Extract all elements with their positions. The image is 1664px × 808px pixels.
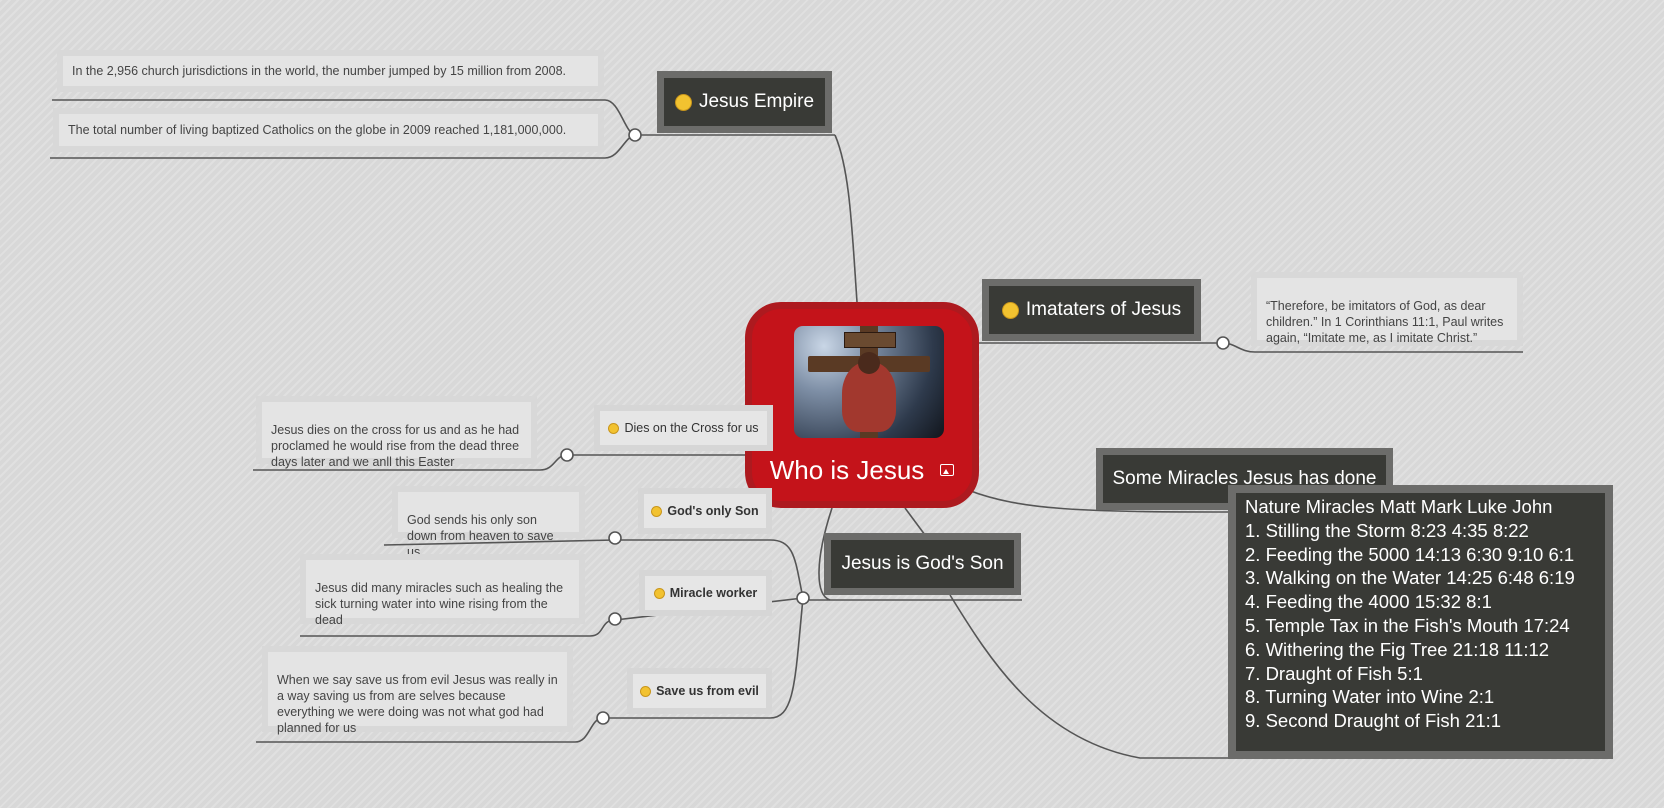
miracle-line-0: Nature Miracles Matt Mark Luke John (1245, 496, 1553, 517)
topic-jesus-empire[interactable]: Jesus Empire (657, 71, 832, 133)
subtopic-miracle-worker-label: Miracle worker (669, 586, 758, 600)
cross-note-text: Jesus dies on the cross for us and as he… (271, 423, 520, 469)
topic-jesus-empire-label: Jesus Empire (698, 91, 815, 112)
figure-head (858, 352, 880, 374)
miracle-worker-note-text: Jesus did many miracles such as healing … (315, 581, 564, 627)
topic-imitators[interactable]: Imataters of Jesus (982, 279, 1201, 341)
subtopic-dies-on-cross-label: Dies on the Cross for us (624, 421, 759, 435)
imitators-note[interactable]: “Therefore, be imitators of God, as dear… (1251, 272, 1523, 346)
miracle-worker-note[interactable]: Jesus did many miracles such as healing … (300, 554, 585, 627)
empire-note-2[interactable]: The total number of living baptized Cath… (53, 108, 604, 152)
empire-note-1-text: In the 2,956 church jurisdictions in the… (72, 64, 567, 78)
subtopic-save-us-from-evil[interactable]: Save us from evil (627, 668, 772, 714)
sad-face-icon (640, 685, 652, 697)
neutral-face-icon (608, 422, 620, 434)
subtopic-miracle-worker[interactable]: Miracle worker (639, 570, 772, 616)
miracle-line-9: 9. Second Draught of Fish 21:1 (1245, 710, 1502, 732)
save-us-note-text: When we say save us from evil Jesus was … (277, 673, 558, 735)
empire-note-2-text: The total number of living baptized Cath… (68, 123, 567, 137)
central-topic-title: Who is Jesus (752, 453, 972, 487)
miracle-line-3: 3. Walking on the Water 14:25 6:48 6:19 (1245, 567, 1575, 589)
central-topic-label: Who is Jesus (769, 454, 925, 485)
subtopic-gods-only-son[interactable]: God's only Son (638, 488, 772, 534)
topic-imitators-label: Imataters of Jesus (1025, 299, 1182, 320)
topic-gods-son[interactable]: Jesus is God's Son (824, 533, 1021, 595)
miracle-line-4: 4. Feeding the 4000 15:32 8:1 (1245, 591, 1492, 613)
subtopic-gods-only-son-label: God's only Son (667, 504, 759, 518)
neutral-face-icon (651, 505, 663, 517)
gods-only-son-note[interactable]: God sends his only son down from heaven … (392, 486, 585, 559)
miracle-line-8: 8. Turning Water into Wine 2:1 (1245, 686, 1495, 708)
miracle-line-7: 7. Draught of Fish 5:1 (1245, 662, 1423, 684)
empire-note-1[interactable]: In the 2,956 church jurisdictions in the… (57, 50, 604, 92)
miracle-line-5: 5. Temple Tax in the Fish's Mouth 17:24 (1245, 614, 1570, 636)
miracle-line-2: 2. Feeding the 5000 14:13 6:30 9:10 6:1 (1245, 543, 1575, 565)
topic-gods-son-label: Jesus is God's Son (841, 553, 1004, 574)
cross-note[interactable]: Jesus dies on the cross for us and as he… (256, 396, 537, 469)
crucifix-image (794, 326, 944, 438)
miracle-line-1: 1. Stilling the Storm 8:23 4:35 8:22 (1245, 519, 1529, 541)
cross-sign (844, 332, 896, 348)
central-topic[interactable]: Who is Jesus (745, 302, 979, 508)
save-us-note[interactable]: When we say save us from evil Jesus was … (262, 646, 573, 735)
miracle-line-6: 6. Withering the Fig Tree 21:18 11:12 (1245, 638, 1550, 660)
subtopic-save-us-from-evil-label: Save us from evil (656, 684, 759, 698)
smiley-icon (674, 93, 692, 111)
image-icon[interactable] (940, 464, 955, 476)
worried-face-icon (1001, 301, 1019, 319)
imitators-note-text: “Therefore, be imitators of God, as dear… (1266, 299, 1504, 345)
sad-face-icon (653, 587, 665, 599)
subtopic-dies-on-cross[interactable]: Dies on the Cross for us (594, 405, 773, 451)
miracles-list[interactable]: Nature Miracles Matt Mark Luke John 1. S… (1228, 485, 1613, 759)
